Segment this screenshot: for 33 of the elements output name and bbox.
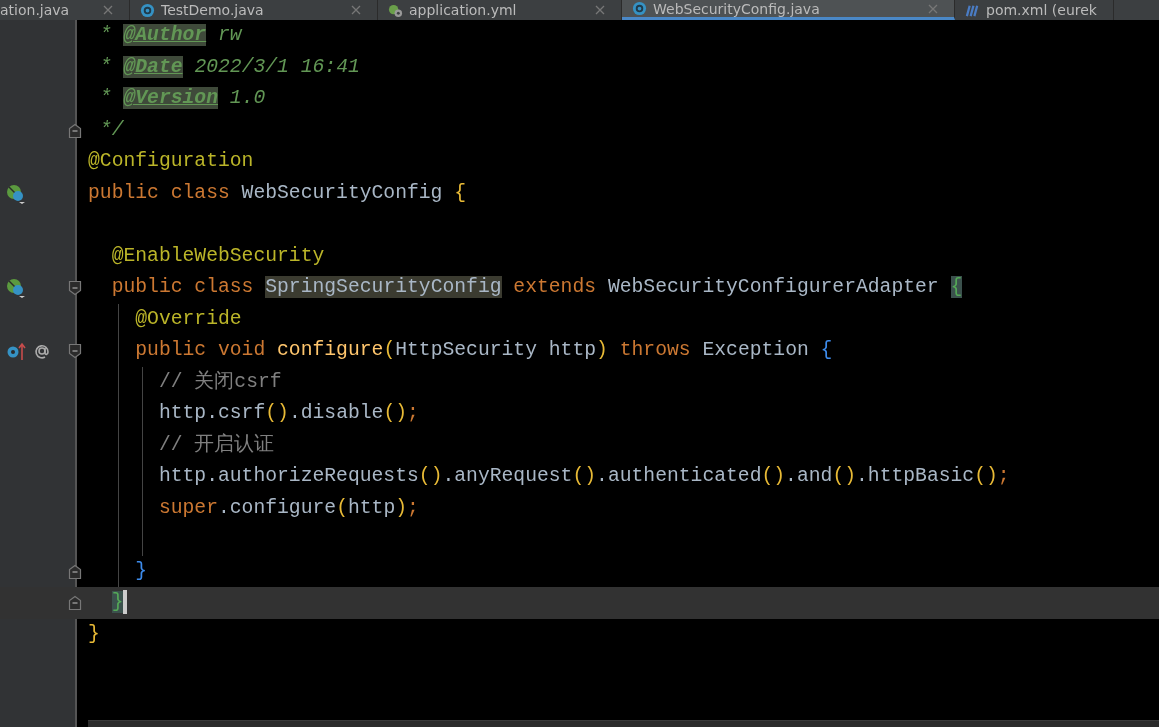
code-line: // 开启认证: [157, 433, 275, 456]
bean-icon[interactable]: [6, 278, 26, 298]
fold-icon[interactable]: [68, 343, 82, 359]
editor-tab[interactable]: WebSecurityConfig.java: [622, 0, 955, 20]
override-icon[interactable]: [6, 341, 26, 361]
fold-icon[interactable]: [68, 280, 82, 296]
code-line: super.configure(http);: [157, 496, 419, 519]
code-line: // 关闭csrf: [157, 370, 282, 393]
unfold-icon[interactable]: [68, 563, 82, 580]
text-caret: [123, 589, 128, 614]
code-line: @Override: [134, 307, 242, 330]
code-line: }: [88, 622, 100, 645]
code-line: public void configure(HttpSecurity http) throws Exception {: [134, 339, 833, 361]
code-line: http.csrf().disable();: [157, 402, 419, 424]
code-line: }: [134, 559, 148, 582]
horizontal-scrollbar[interactable]: [88, 720, 1159, 727]
close-icon[interactable]: [351, 5, 361, 15]
close-icon[interactable]: [595, 5, 605, 15]
class-icon: [140, 2, 155, 18]
code-line: */: [98, 118, 124, 141]
code-line: @EnableWebSecurity: [110, 244, 325, 267]
code-line: public class WebSecurityConfig {: [88, 181, 467, 204]
unfold-icon[interactable]: [68, 595, 82, 611]
unfold-icon[interactable]: [68, 122, 82, 139]
bean-icon[interactable]: [6, 183, 26, 204]
editor-tab[interactable]: pom.xml (eurek: [955, 0, 1114, 20]
close-icon[interactable]: [103, 5, 113, 15]
code-line: * @Date 2022/3/1 16:41: [98, 55, 360, 78]
code-line: public class SpringSecurityConfig extends WebSecurityConfigurerAdapter {: [110, 276, 963, 298]
class-icon: [632, 1, 647, 16]
code-line: http.authorizeRequests().anyRequest().authenticated().and().httpBasic();: [157, 465, 1010, 487]
code-line: @Configuration: [88, 150, 254, 172]
editor-tab[interactable]: TestDemo.java: [130, 0, 378, 20]
